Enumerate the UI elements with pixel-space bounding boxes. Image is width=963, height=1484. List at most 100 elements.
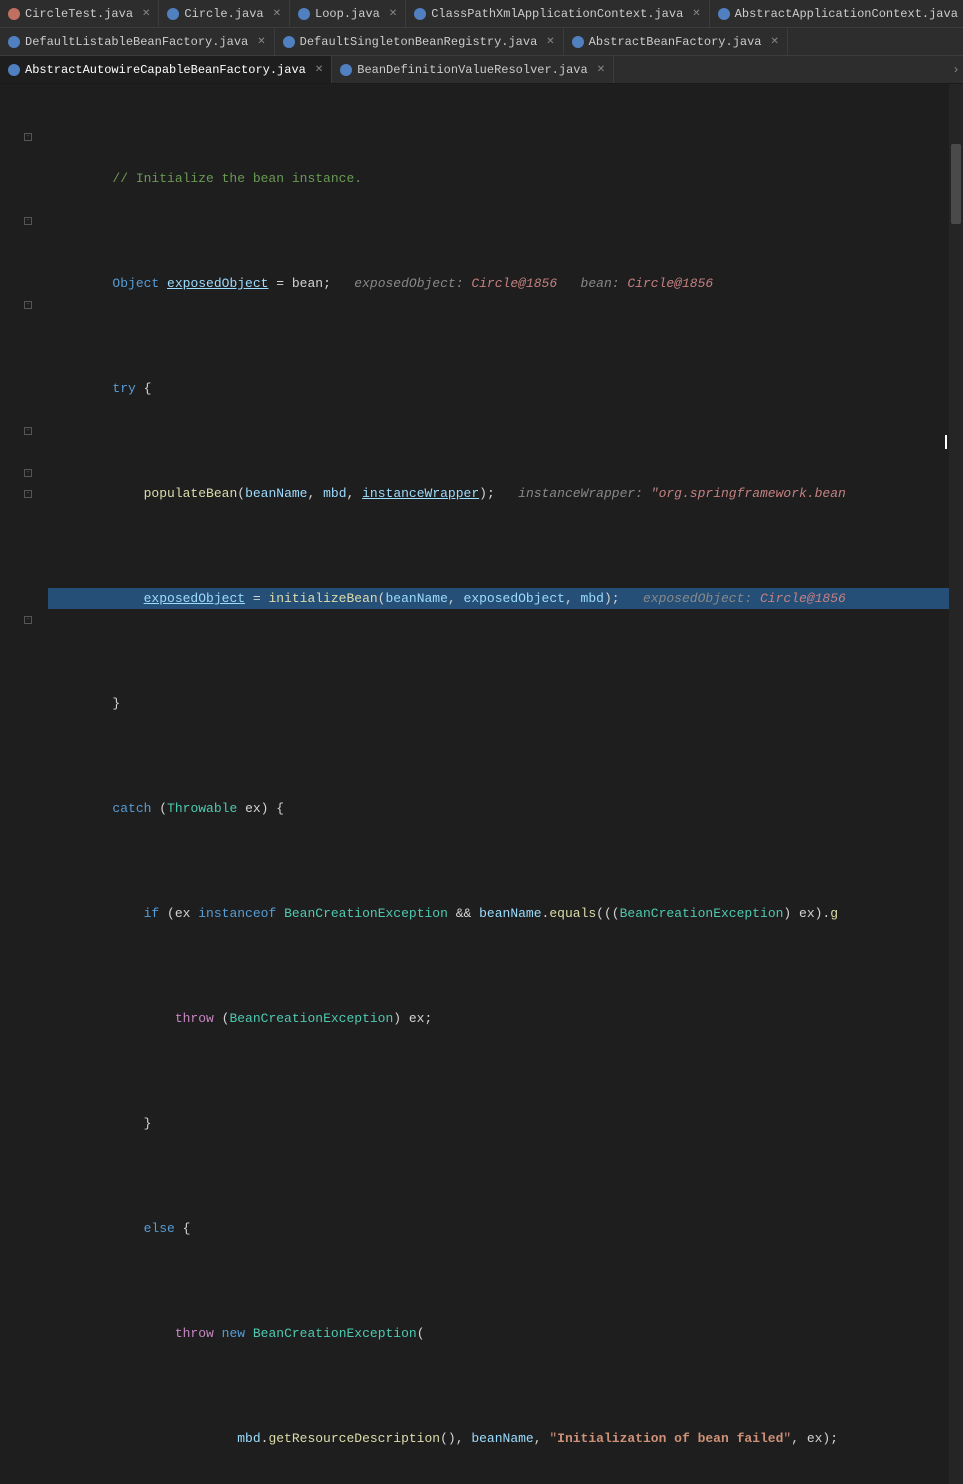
tab-loop[interactable]: Loop.java ✕: [290, 0, 406, 27]
code-ex: ex) {: [237, 798, 284, 819]
right-scrollbar[interactable]: [949, 84, 963, 1484]
gutter-line-11: -: [0, 294, 40, 315]
fold-icon-else[interactable]: -: [24, 301, 32, 309]
code-line-close2: }: [48, 1113, 949, 1134]
fold-icon-try[interactable]: -: [24, 133, 32, 141]
gutter-line-24: [0, 567, 40, 588]
tab-defaultlistable[interactable]: DefaultListableBeanFactory.java ✕: [0, 28, 275, 55]
tab-close-beandefinition[interactable]: ✕: [597, 64, 605, 76]
code-paren9: (),: [440, 1428, 471, 1449]
param-beanname1: beanName: [245, 483, 307, 504]
code-assign: =: [245, 588, 268, 609]
code-line-throw1: throw ( BeanCreationException ) ex;: [48, 1008, 949, 1029]
fold-icon-catch[interactable]: -: [24, 217, 32, 225]
code-indent: [50, 273, 112, 294]
tab-bar-row1: CircleTest.java ✕ Circle.java ✕ Loop.jav…: [0, 0, 963, 28]
code-eq: = bean;: [268, 273, 338, 294]
kw-throw2: throw: [175, 1323, 214, 1344]
code-comma1: ,: [307, 483, 323, 504]
code-indent: [50, 693, 112, 714]
tab-close-loop[interactable]: ✕: [389, 8, 397, 20]
kw-throw1: throw: [175, 1008, 214, 1029]
tab-close-abstractbean[interactable]: ✕: [771, 36, 779, 48]
kw-try: try: [112, 378, 135, 399]
hint-eo: exposedObject:: [627, 588, 760, 609]
tab-icon-defaultlistable: [8, 36, 20, 48]
hint-bean-val: Circle@1856: [627, 273, 713, 294]
code-paren6: ) ex).: [783, 903, 830, 924]
gutter-line-13: [0, 336, 40, 357]
fold-icon-for[interactable]: -: [24, 616, 32, 624]
type-bce: BeanCreationException: [284, 903, 448, 924]
param-mbd2: mbd: [581, 588, 604, 609]
tab-defaultsingleton[interactable]: DefaultSingletonBeanRegistry.java ✕: [275, 28, 564, 55]
tab-abstractautowire[interactable]: AbstractAutowireCapableBeanFactory.java …: [0, 56, 332, 83]
tab-close-classpathxml[interactable]: ✕: [692, 8, 700, 20]
tab-icon-classpathxml: [414, 8, 426, 20]
text-cursor: [945, 434, 947, 448]
code-line-close1: }: [48, 693, 949, 714]
param-beanname3: beanName: [479, 903, 541, 924]
method-getbeanname: g: [830, 903, 838, 924]
hint-exposed-val: Circle@1856: [471, 273, 557, 294]
tab-close-circle[interactable]: ✕: [273, 8, 281, 20]
tab-abstractbean[interactable]: AbstractBeanFactory.java ✕: [564, 28, 788, 55]
type-bce4: BeanCreationException: [253, 1323, 417, 1344]
tab-beandefinition[interactable]: BeanDefinitionValueResolver.java ✕: [332, 56, 614, 83]
gutter-line-6: [0, 189, 40, 210]
type-bce3: BeanCreationException: [229, 1008, 393, 1029]
code-paren4: (ex: [159, 903, 198, 924]
code-semi2: );: [604, 588, 627, 609]
fold-icon-if-notnull[interactable]: -: [24, 469, 32, 477]
code-comma5: ,: [534, 1428, 550, 1449]
line-number-gutter: - - - - - - -: [0, 84, 44, 1484]
fold-icon-if-exposed[interactable]: -: [24, 490, 32, 498]
gutter-line-16: [0, 399, 40, 420]
str-init-failed: "Initialization of bean failed": [549, 1428, 791, 1449]
code-comma6: , ex);: [791, 1428, 838, 1449]
var-exposedObject-decl: exposedObject: [167, 273, 268, 294]
tab-icon-circle: [167, 8, 179, 20]
kw-else1: else: [144, 1218, 175, 1239]
code-line-mbd: mbd . getResourceDescription (), beanNam…: [48, 1428, 949, 1449]
type-bce2: BeanCreationException: [620, 903, 784, 924]
tab-label-abstractapp: AbstractApplicationContext.java: [735, 7, 958, 21]
code-indent: [50, 483, 144, 504]
tab-label-abstractbean: AbstractBeanFactory.java: [589, 35, 762, 49]
code-comma4: ,: [565, 588, 581, 609]
tab-circletest[interactable]: CircleTest.java ✕: [0, 0, 159, 27]
tab-close-abstractautowire[interactable]: ✕: [315, 64, 323, 76]
param-instancewrapper: instanceWrapper: [362, 483, 479, 504]
tab-label-defaultsingleton: DefaultSingletonBeanRegistry.java: [300, 35, 538, 49]
tab-icon-abstractapp: [718, 8, 730, 20]
tab-close-defaultlistable[interactable]: ✕: [257, 36, 265, 48]
code-indent: [50, 588, 144, 609]
tab-close-circletest[interactable]: ✕: [142, 8, 150, 20]
method-equals: equals: [549, 903, 596, 924]
tab-close-defaultsingleton[interactable]: ✕: [546, 36, 554, 48]
var-exposedObject-assign: exposedObject: [144, 588, 245, 609]
code-line-try: try {: [48, 378, 949, 399]
tab-abstractapp[interactable]: AbstractApplicationContext.java ✕: [710, 0, 963, 27]
code-indent: [50, 798, 112, 819]
code-dot1: .: [261, 1428, 269, 1449]
tab-circle[interactable]: Circle.java ✕: [159, 0, 290, 27]
tab-icon-abstractbean: [572, 36, 584, 48]
gutter-line-12: [0, 315, 40, 336]
method-populate: populateBean: [144, 483, 238, 504]
tab-bar-row3: AbstractAutowireCapableBeanFactory.java …: [0, 56, 963, 84]
tab-scroll-right[interactable]: ›: [949, 56, 963, 83]
tab-bar-row2: DefaultListableBeanFactory.java ✕ Defaul…: [0, 28, 963, 56]
tab-classpathxml[interactable]: ClassPathXmlApplicationContext.java ✕: [406, 0, 709, 27]
tab-label-loop: Loop.java: [315, 7, 380, 21]
gutter-line-1: [0, 84, 40, 105]
code-indent: [50, 1008, 175, 1029]
scroll-thumb[interactable]: [951, 144, 961, 224]
code-content: // Initialize the bean instance. Object …: [44, 84, 949, 1484]
kw-object: Object: [112, 273, 159, 294]
fold-icon-if-early[interactable]: -: [24, 427, 32, 435]
gutter-line-2: [0, 105, 40, 126]
gutter-line-17: -: [0, 420, 40, 441]
tab-icon-circletest: [8, 8, 20, 20]
tab-icon-defaultsingleton: [283, 36, 295, 48]
